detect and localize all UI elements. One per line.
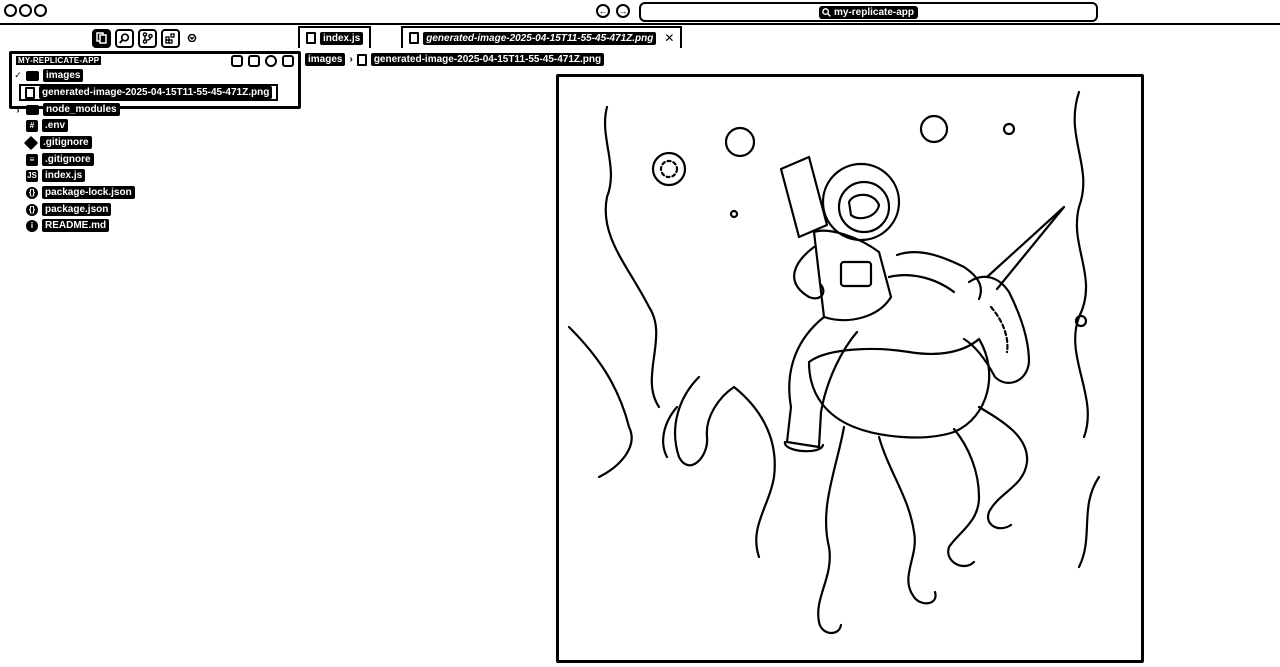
explorer-icon: [96, 32, 107, 44]
tree-item-package-json[interactable]: {} package.json: [26, 202, 112, 217]
close-icon[interactable]: ✕: [664, 32, 674, 44]
json-icon: {}: [26, 203, 38, 216]
forward-arrow-icon[interactable]: →: [616, 4, 630, 18]
tree-item-label: generated-image-2025-04-15T11-55-45-471Z…: [39, 86, 273, 99]
minimize-window-button[interactable]: [19, 4, 32, 17]
command-center-label: my-replicate-app: [818, 6, 919, 19]
tree-item-label: .env: [42, 119, 69, 132]
more-views-button[interactable]: [184, 30, 200, 46]
back-arrow-icon[interactable]: ←: [596, 4, 610, 18]
source-control-icon: [142, 32, 153, 44]
search-icon: [119, 32, 130, 44]
extensions-icon: [165, 32, 175, 44]
explorer-sidebar: MY-REPLICATE-APP ✓ images generated-imag…: [0, 48, 305, 667]
info-icon: i: [26, 219, 38, 232]
tree-item-readme[interactable]: i README.md: [26, 218, 110, 233]
tree-item-env[interactable]: # .env: [26, 118, 69, 133]
json-icon: {}: [26, 186, 38, 199]
navigation-controls: ← →: [596, 4, 630, 18]
js-file-icon: [306, 32, 316, 44]
file-icon: ≡: [26, 153, 38, 166]
source-control-button[interactable]: [138, 28, 157, 48]
tree-item-label: README.md: [42, 219, 110, 232]
git-icon: [23, 135, 39, 150]
tree-item-label: .gitignore: [42, 153, 94, 166]
tab-label: generated-image-2025-04-15T11-55-45-471Z…: [423, 31, 657, 45]
tree-item-label: .gitignore: [40, 136, 92, 149]
workspace-name: my-replicate-app: [833, 7, 915, 18]
close-window-button[interactable]: [4, 4, 17, 17]
title-bar: ← → my-replicate-app: [0, 0, 1280, 25]
image-file-icon: [409, 32, 420, 44]
collapse-all-icon[interactable]: [282, 55, 294, 67]
tree-item-label: package-lock.json: [42, 186, 135, 199]
tab-generated-image[interactable]: generated-image-2025-04-15T11-55-45-471Z…: [401, 26, 683, 48]
tab-index-js[interactable]: index.js: [298, 26, 372, 48]
breadcrumb-file[interactable]: generated-image-2025-04-15T11-55-45-471Z…: [370, 53, 605, 66]
tree-item-images-folder[interactable]: ✓ images: [14, 68, 84, 83]
explorer-button[interactable]: [92, 28, 111, 48]
command-center-search[interactable]: my-replicate-app: [639, 2, 1098, 22]
tree-item-label: index.js: [42, 169, 86, 182]
tree-item-generated-image[interactable]: generated-image-2025-04-15T11-55-45-471Z…: [19, 84, 279, 101]
js-icon: JS: [26, 169, 38, 182]
search-button[interactable]: [115, 28, 134, 48]
image-file-icon: [356, 53, 367, 66]
chevron-right-icon: ›: [16, 104, 20, 115]
activity-bar: [92, 28, 200, 48]
explorer-actions: [231, 55, 294, 67]
new-folder-icon[interactable]: [248, 55, 260, 67]
maximize-window-button[interactable]: [34, 4, 47, 17]
search-icon: [822, 8, 831, 17]
extensions-button[interactable]: [161, 28, 180, 48]
tree-item-gitignore-file[interactable]: ≡ .gitignore: [26, 152, 94, 167]
tab-label: index.js: [320, 31, 364, 45]
tree-item-index-js[interactable]: JS index.js: [26, 168, 86, 183]
tree-item-label: package.json: [42, 203, 112, 216]
env-icon: #: [26, 119, 38, 132]
new-file-icon[interactable]: [231, 55, 243, 67]
tree-item-label: node_modules: [43, 103, 120, 116]
chevron-right-icon: ›: [349, 54, 353, 65]
tree-item-package-lock-json[interactable]: {} package-lock.json: [26, 185, 135, 200]
image-preview: [556, 74, 1144, 663]
astronaut-riding-unicorn-image: [567, 90, 1101, 634]
breadcrumb: images › generated-image-2025-04-15T11-5…: [305, 52, 605, 67]
tree-item-node-modules-folder[interactable]: › node_modules: [14, 102, 120, 117]
tree-item-label: images: [43, 69, 84, 82]
explorer-title[interactable]: MY-REPLICATE-APP: [16, 56, 102, 65]
breadcrumb-images[interactable]: images: [305, 53, 346, 66]
refresh-icon[interactable]: [265, 55, 277, 67]
chevron-down-icon: ✓: [14, 70, 22, 80]
folder-icon: [26, 70, 39, 81]
editor-tabs: index.js generated-image-2025-04-15T11-5…: [298, 26, 712, 48]
image-file-icon: [25, 86, 35, 99]
folder-icon: [26, 104, 39, 115]
tree-item-gitignore-git[interactable]: .gitignore: [23, 135, 92, 150]
chevron-down-icon: [187, 34, 197, 42]
